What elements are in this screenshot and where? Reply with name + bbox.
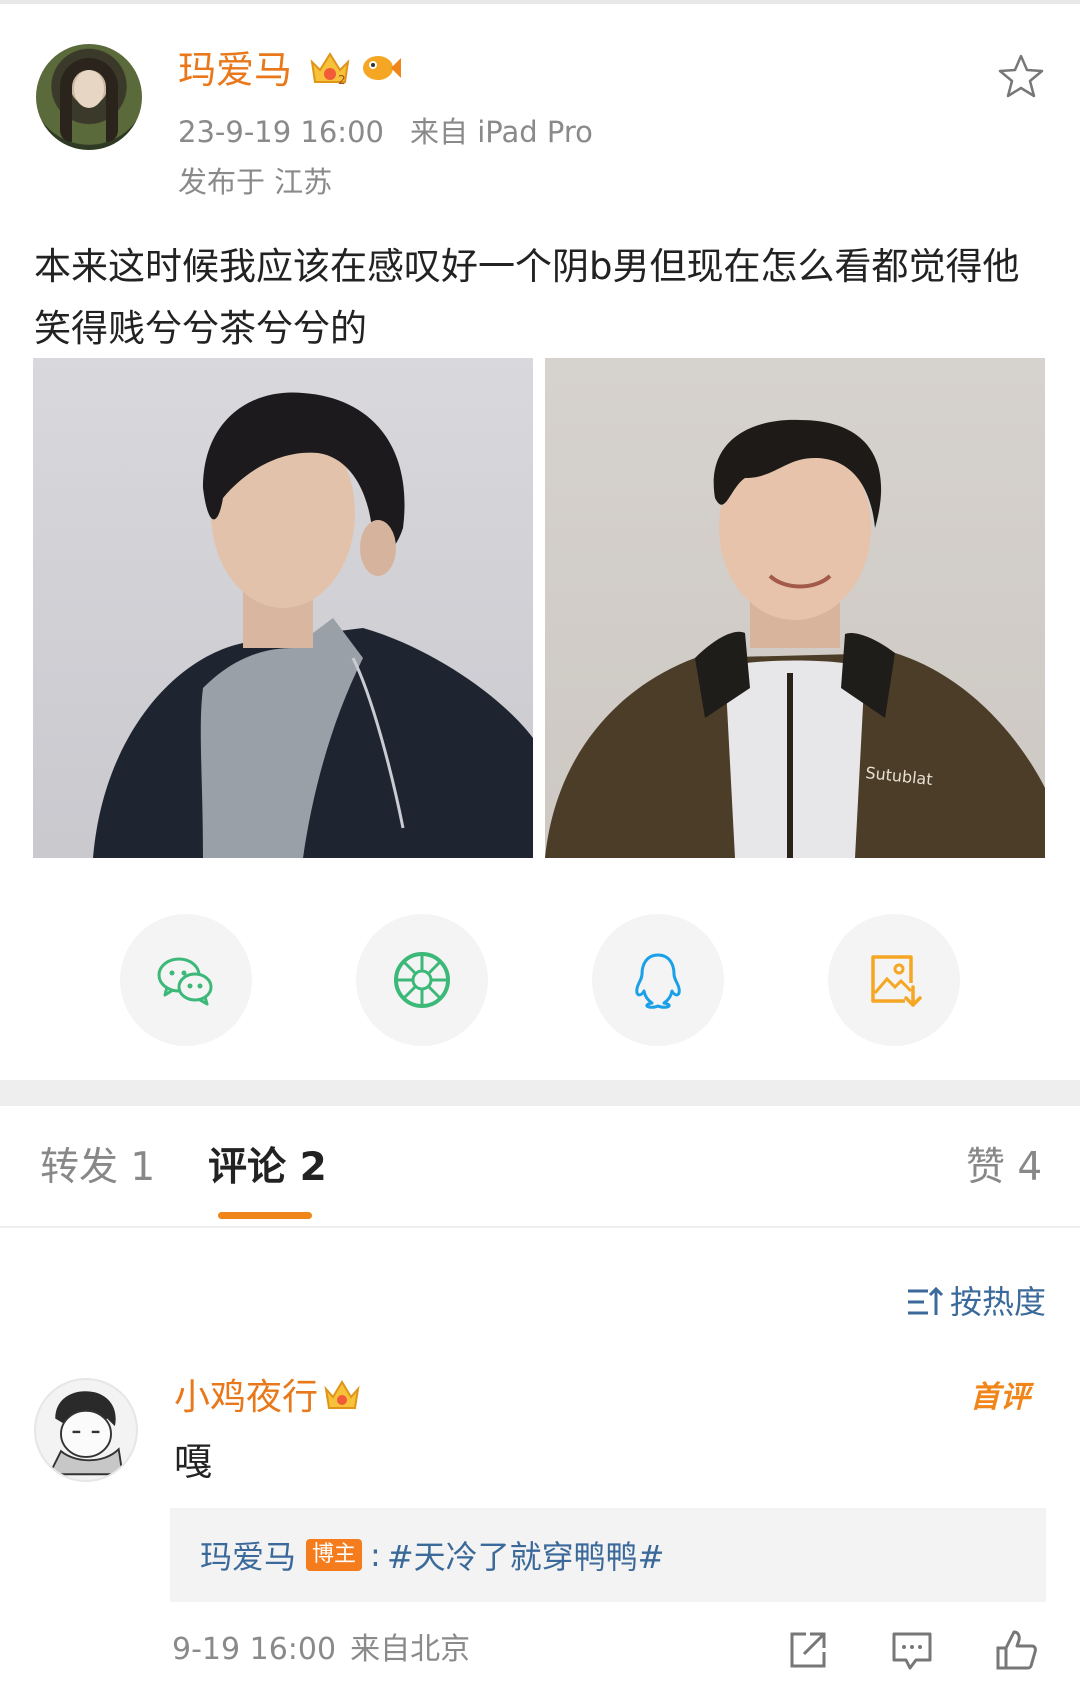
first-comment-badge: 首评 [970, 1380, 1030, 1415]
sort-icon [908, 1286, 944, 1315]
post-source: 来自 iPad Pro [409, 115, 593, 149]
post-location: 发布于 江苏 [178, 165, 333, 199]
share-save-image-button[interactable] [828, 914, 960, 1046]
wechat-icon [157, 957, 213, 1006]
commenter-name[interactable]: 小鸡夜行 [174, 1372, 318, 1424]
post-meta: 23-9-19 16:00 来自 iPad Pro [178, 112, 619, 152]
comment-source: 来自北京 [350, 1632, 471, 1667]
tab-repost[interactable]: 转发 1 [40, 1140, 155, 1196]
post-photo-2[interactable]: Sutublat [545, 358, 1045, 858]
star-icon[interactable] [996, 52, 1046, 102]
moments-icon [394, 952, 450, 1008]
reply-topic-link[interactable]: #天冷了就穿鸭鸭# [387, 1532, 665, 1578]
comment-meta: 9-19 16:00 来自北京 [172, 1628, 484, 1672]
crown-badge-icon[interactable] [322, 1376, 362, 1414]
crown-badge-icon[interactable]: 2 [308, 48, 352, 88]
tabs-divider [0, 1226, 1080, 1228]
author-avatar[interactable] [36, 44, 142, 150]
active-tab-indicator [218, 1212, 312, 1219]
comment-icon[interactable] [890, 1628, 934, 1672]
save-image-icon [871, 955, 922, 1007]
tab-comment[interactable]: 评论 2 [208, 1140, 327, 1196]
author-name[interactable]: 玛爱马 [178, 44, 292, 96]
share-wechat-button[interactable] [120, 914, 252, 1046]
like-icon[interactable] [994, 1628, 1038, 1672]
sort-button[interactable]: 按热度 [906, 1280, 1046, 1324]
blogger-badge: 博主 [306, 1539, 363, 1571]
commenter-avatar[interactable] [34, 1378, 138, 1482]
post-text: 本来这时候我应该在感叹好一个阴b男但现在怎么看都觉得他笑得贱兮兮茶兮兮的 [34, 245, 1020, 350]
qq-icon [635, 953, 681, 1009]
share-qq-button[interactable] [592, 914, 724, 1046]
comment-text: 嘎 [174, 1440, 213, 1484]
share-icon[interactable] [786, 1628, 830, 1672]
post-photo-1[interactable] [33, 358, 533, 858]
sort-label: 按热度 [950, 1283, 1047, 1321]
reply-colon: : [370, 1536, 381, 1574]
svg-text:2: 2 [338, 73, 346, 87]
tab-like[interactable]: 赞 4 [966, 1140, 1042, 1196]
section-divider [0, 1080, 1080, 1106]
share-moments-button[interactable] [356, 914, 488, 1046]
fish-badge-icon[interactable] [360, 50, 402, 86]
commenter-avatar-illustration [47, 1391, 124, 1476]
post-timestamp: 23-9-19 16:00 [178, 115, 384, 149]
photo-1-illustration [93, 392, 533, 858]
top-border [0, 0, 1080, 4]
reply-user[interactable]: 玛爱马 [200, 1532, 296, 1578]
reply-preview[interactable]: 玛爱马 博主 : #天冷了就穿鸭鸭# [170, 1508, 1046, 1602]
photo-2-illustration: Sutublat [545, 419, 1045, 858]
comment-date: 9-19 16:00 [172, 1632, 337, 1667]
